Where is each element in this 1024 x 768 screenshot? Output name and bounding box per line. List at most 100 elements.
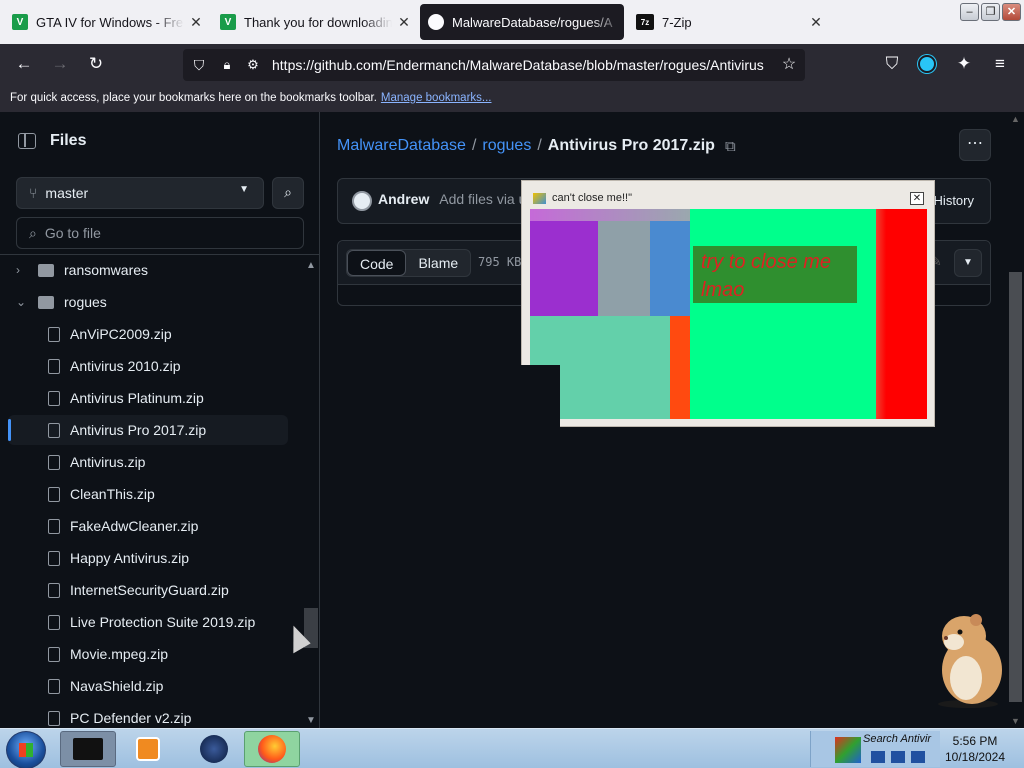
taskbar-media-player[interactable] [120,731,176,767]
taskbar-globe[interactable] [186,731,242,767]
tree-item-file[interactable]: PC Defender v2.zip [48,703,319,728]
tab-gta-iv[interactable]: V GTA IV for Windows - Free d ✕ [4,4,208,40]
taskbar-clock[interactable]: 5:56 PM 10/18/2024 [940,733,1010,765]
breadcrumb-folder-link[interactable]: rogues [482,137,531,155]
copy-path-icon[interactable]: ⧉ [725,138,736,155]
bookmark-star-icon[interactable]: ☆ [777,55,801,75]
search-button[interactable]: ⌕ [272,177,304,209]
more-options-button[interactable]: ⋯ [959,129,991,161]
bookmarks-toolbar: For quick access, place your bookmarks h… [0,86,1024,112]
chevron-right-icon: › [16,263,20,277]
color-block [876,209,927,419]
commit-message[interactable]: Add files via u [439,191,526,207]
selection-indicator [8,419,11,441]
taskbar-search[interactable]: Search Antivir [863,733,941,751]
pocket-icon[interactable]: ⛉ [880,54,904,74]
window-controls: – ❐ ✕ [960,3,1021,21]
forward-arrow-icon[interactable]: → [48,54,72,74]
go-to-file-input[interactable]: ⌕ Go to file [16,217,304,249]
tree-item-label: FakeAdwCleaner.zip [70,518,199,534]
close-icon[interactable]: ✕ [392,14,416,31]
menu-icon[interactable]: ≡ [988,54,1012,74]
file-icon [48,390,60,406]
code-tab[interactable]: Code [347,250,407,276]
scroll-up-icon[interactable]: ▲ [1011,114,1020,124]
extensions-icon[interactable]: ✦ [952,54,976,74]
scroll-down-icon[interactable]: ▼ [306,715,316,726]
breadcrumb-repo-link[interactable]: MalwareDatabase [337,137,466,155]
commit-author[interactable]: Andrew [378,191,429,207]
blame-tab[interactable]: Blame [406,250,470,276]
tab-favicon: 7z [636,14,654,30]
browser-navbar: ← → ↻ ⛉ 🔒︎ ⚙ https://github.com/Enderman… [0,44,1024,86]
tree-item-file[interactable]: InternetSecurityGuard.zip [48,575,319,605]
restore-icon[interactable]: ❐ [981,3,1000,21]
close-icon[interactable]: ✕ [804,14,828,31]
volume-icon[interactable] [891,751,905,763]
file-icon [48,454,60,470]
account-icon[interactable] [918,55,936,73]
close-icon[interactable]: ✕ [184,14,208,31]
minimize-icon[interactable]: – [960,3,979,21]
tree-item-file[interactable]: Happy Antivirus.zip [48,543,319,573]
shield-icon[interactable]: ⛉ [187,55,211,75]
sidebar-collapse-icon[interactable] [18,133,36,149]
tab-malwaredatabase[interactable]: MalwareDatabase/rogues/A [420,4,624,40]
tree-item-label: InternetSecurityGuard.zip [70,582,229,598]
page-scrollbar[interactable]: ▲ ▼ [1007,112,1024,728]
reload-icon[interactable]: ↻ [84,54,108,74]
tree-item-file[interactable]: AnViPC2009.zip [48,319,319,349]
permissions-icon[interactable]: ⚙ [241,55,265,75]
tree-item-folder[interactable]: ⌄ rogues [16,287,306,317]
tree-item-file-selected[interactable]: Antivirus Pro 2017.zip [8,415,288,445]
file-icon [48,710,60,726]
branch-selector[interactable]: ⑂ master ▼ [16,177,264,209]
close-icon[interactable]: ✕ [910,192,924,205]
tree-item-file[interactable]: Antivirus 2010.zip [48,351,319,381]
tree-item-label: Movie.mpeg.zip [70,646,169,662]
tree-item-file[interactable]: Movie.mpeg.zip [48,639,319,669]
history-link[interactable]: History [934,193,974,208]
taskbar-tray: Search Antivir [810,731,940,767]
tree-item-label: Antivirus Platinum.zip [70,390,204,406]
folder-icon [38,295,54,309]
battery-icon[interactable] [911,751,925,763]
scroll-thumb[interactable] [1009,272,1022,702]
sidebar-title: Files [50,132,87,149]
tree-item-file[interactable]: Live Protection Suite 2019.zip [48,607,319,637]
manage-bookmarks-link[interactable]: Manage bookmarks... [381,92,492,104]
tree-item-file[interactable]: NavaShield.zip [48,671,319,701]
lock-icon[interactable]: 🔒︎ [215,55,239,75]
url-bar[interactable]: ⛉ 🔒︎ ⚙ https://github.com/Endermanch/Mal… [183,49,805,81]
bookmarks-hint: For quick access, place your bookmarks h… [10,92,377,104]
popup-titlebar[interactable]: can't close me!!" ✕ [522,181,934,209]
sidebar-header: Files [18,132,86,150]
search-icon: ⌕ [284,184,292,200]
taskbar-app-window[interactable] [60,731,116,767]
tree-item-file[interactable]: Antivirus.zip [48,447,319,477]
tab-7zip[interactable]: 7z 7-Zip ✕ [628,4,828,40]
back-arrow-icon[interactable]: ← [12,54,36,74]
prank-popup-window[interactable]: can't close me!!" ✕ try to close me lmao [521,180,935,427]
file-tree-sidebar: Files ⑂ master ▼ ⌕ ⌕ Go to file › ransomwar… [0,112,320,728]
tree-item-file[interactable]: CleanThis.zip [48,479,319,509]
tab-thank-you[interactable]: V Thank you for downloading ✕ [212,4,416,40]
network-icon[interactable] [871,751,885,763]
start-orb-icon[interactable] [6,731,46,768]
close-window-icon[interactable]: ✕ [1002,3,1021,21]
scroll-up-icon[interactable]: ▲ [306,260,316,271]
dropdown-caret-icon[interactable]: ▼ [954,249,982,277]
tray-app-icon[interactable] [835,737,861,763]
sidebar-scrollbar[interactable]: ▲ ▼ [304,260,318,726]
tree-item-file[interactable]: FakeAdwCleaner.zip [48,511,319,541]
avatar[interactable] [352,191,372,211]
taskbar-firefox[interactable] [244,731,300,767]
file-size: 795 KB [478,255,522,269]
tree-item-file[interactable]: Antivirus Platinum.zip [48,383,319,413]
scroll-down-icon[interactable]: ▼ [1011,716,1020,726]
branch-icon: ⑂ [29,185,38,201]
clock-date: 10/18/2024 [944,750,1006,764]
color-block [670,316,690,419]
hamster-desktop-pet[interactable] [930,608,1008,708]
tree-item-folder[interactable]: › ransomwares [16,255,306,285]
